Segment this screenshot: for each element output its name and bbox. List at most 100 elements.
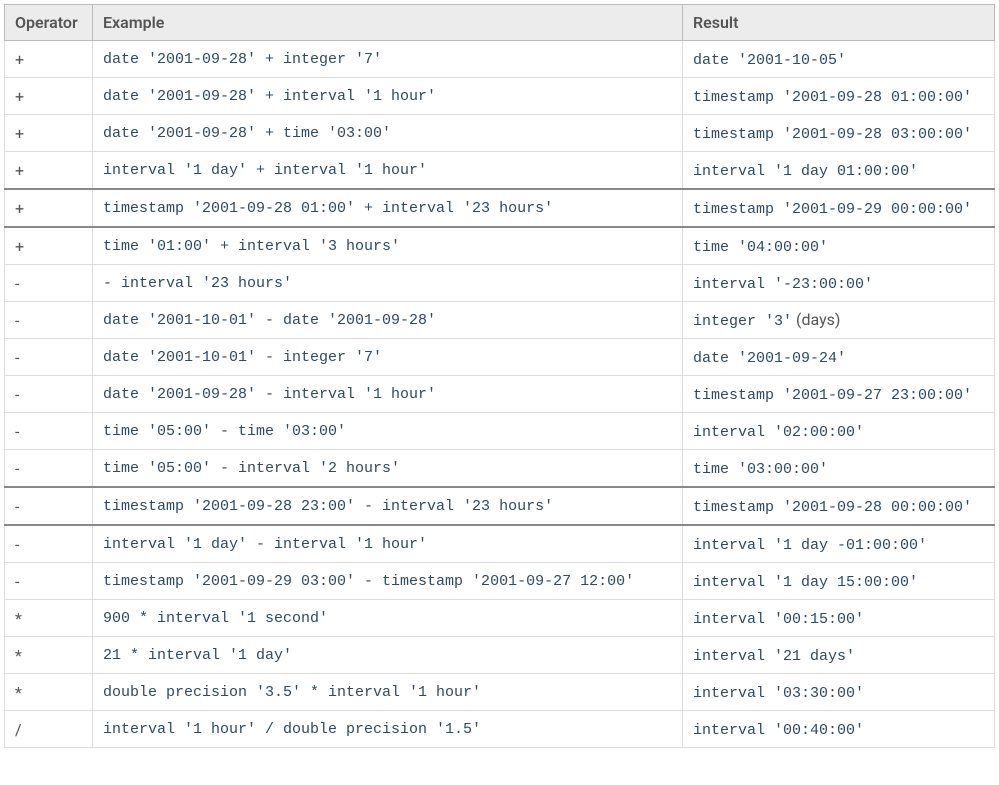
cell-example: timestamp '2001-09-29 03:00' - timestamp…: [93, 563, 683, 600]
cell-result: timestamp '2001-09-27 23:00:00': [683, 376, 995, 413]
date-time-operators-table: Operator Example Result +date '2001-09-2…: [4, 4, 995, 748]
table-row: -interval '1 day' - interval '1 hour' int…: [5, 525, 995, 563]
table-row: +time '01:00' + interval '3 hours' time '…: [5, 227, 995, 265]
cell-result: interval '1 day -01:00:00': [683, 525, 995, 563]
cell-result: interval '-23:00:00': [683, 265, 995, 302]
result-code: integer '3': [693, 313, 792, 330]
result-code: timestamp '2001-09-27 23:00:00': [693, 387, 972, 404]
cell-example: double precision '3.5' * interval '1 hou…: [93, 674, 683, 711]
cell-example: date '2001-10-01' - date '2001-09-28': [93, 302, 683, 339]
table-row: -date '2001-10-01' - integer '7' date '20…: [5, 339, 995, 376]
result-code: timestamp '2001-09-28 01:00:00': [693, 89, 972, 106]
result-code: interval '02:00:00': [693, 424, 864, 441]
cell-operator: +: [5, 189, 93, 227]
table-row: +timestamp '2001-09-28 01:00' + interval…: [5, 189, 995, 227]
table-row: *21 * interval '1 day' interval '21 days': [5, 637, 995, 674]
result-code: date '2001-10-05': [693, 52, 846, 69]
cell-operator: +: [5, 227, 93, 265]
result-code: interval '00:15:00': [693, 611, 864, 628]
cell-example: - interval '23 hours': [93, 265, 683, 302]
table-header-row: Operator Example Result: [5, 5, 995, 41]
cell-result: time '04:00:00': [683, 227, 995, 265]
cell-operator: -: [5, 563, 93, 600]
cell-result: interval '00:40:00': [683, 711, 995, 748]
result-code: interval '1 day 15:00:00': [693, 574, 918, 591]
cell-operator: -: [5, 302, 93, 339]
result-code: interval '-23:00:00': [693, 276, 873, 293]
cell-result: interval '03:30:00': [683, 674, 995, 711]
result-code: timestamp '2001-09-28 00:00:00': [693, 499, 972, 516]
cell-result: interval '02:00:00': [683, 413, 995, 450]
result-code: interval '03:30:00': [693, 685, 864, 702]
cell-result: interval '1 day 15:00:00': [683, 563, 995, 600]
result-code: timestamp '2001-09-29 00:00:00': [693, 201, 972, 218]
cell-example: date '2001-09-28' + interval '1 hour': [93, 78, 683, 115]
cell-example: time '01:00' + interval '3 hours': [93, 227, 683, 265]
cell-operator: -: [5, 525, 93, 563]
cell-operator: -: [5, 376, 93, 413]
table-row: +date '2001-09-28' + time '03:00' timesta…: [5, 115, 995, 152]
cell-operator: +: [5, 78, 93, 115]
cell-example: interval '1 day' + interval '1 hour': [93, 152, 683, 190]
cell-example: timestamp '2001-09-28 23:00' - interval …: [93, 487, 683, 525]
result-code: date '2001-09-24': [693, 350, 846, 367]
table-row: -date '2001-09-28' - interval '1 hour' ti…: [5, 376, 995, 413]
table-row: *double precision '3.5' * interval '1 ho…: [5, 674, 995, 711]
result-code: time '04:00:00': [693, 239, 828, 256]
cell-result: integer '3' (days): [683, 302, 995, 339]
cell-operator: *: [5, 674, 93, 711]
result-code: interval '00:40:00': [693, 722, 864, 739]
cell-result: date '2001-10-05': [683, 41, 995, 78]
cell-operator: *: [5, 637, 93, 674]
result-suffix: (days): [792, 310, 840, 329]
cell-operator: -: [5, 265, 93, 302]
result-code: timestamp '2001-09-28 03:00:00': [693, 126, 972, 143]
cell-result: timestamp '2001-09-28 03:00:00': [683, 115, 995, 152]
table-row: -timestamp '2001-09-29 03:00' - timestam…: [5, 563, 995, 600]
cell-example: 21 * interval '1 day': [93, 637, 683, 674]
result-code: interval '1 day 01:00:00': [693, 163, 918, 180]
result-code: time '03:00:00': [693, 461, 828, 478]
cell-operator: -: [5, 413, 93, 450]
table-row: -- interval '23 hours' interval '-23:00:0…: [5, 265, 995, 302]
header-operator: Operator: [5, 5, 93, 41]
table-row: -timestamp '2001-09-28 23:00' - interval…: [5, 487, 995, 525]
table-row: -time '05:00' - time '03:00' interval '02…: [5, 413, 995, 450]
cell-example: interval '1 day' - interval '1 hour': [93, 525, 683, 563]
cell-result: timestamp '2001-09-28 01:00:00': [683, 78, 995, 115]
cell-example: date '2001-09-28' + integer '7': [93, 41, 683, 78]
cell-example: interval '1 hour' / double precision '1.…: [93, 711, 683, 748]
cell-operator: -: [5, 339, 93, 376]
cell-result: interval '00:15:00': [683, 600, 995, 637]
table-row: -time '05:00' - interval '2 hours' time '…: [5, 450, 995, 488]
cell-example: date '2001-09-28' + time '03:00': [93, 115, 683, 152]
cell-operator: +: [5, 152, 93, 190]
cell-operator: -: [5, 487, 93, 525]
cell-example: time '05:00' - interval '2 hours': [93, 450, 683, 488]
cell-result: timestamp '2001-09-28 00:00:00': [683, 487, 995, 525]
cell-operator: *: [5, 600, 93, 637]
cell-result: time '03:00:00': [683, 450, 995, 488]
cell-example: 900 * interval '1 second': [93, 600, 683, 637]
table-row: *900 * interval '1 second' interval '00:1…: [5, 600, 995, 637]
table-row: /interval '1 hour' / double precision '1…: [5, 711, 995, 748]
cell-operator: +: [5, 41, 93, 78]
table-row: +interval '1 day' + interval '1 hour' int…: [5, 152, 995, 190]
cell-result: interval '21 days': [683, 637, 995, 674]
cell-result: timestamp '2001-09-29 00:00:00': [683, 189, 995, 227]
table-row: +date '2001-09-28' + integer '7' date '20…: [5, 41, 995, 78]
header-example: Example: [93, 5, 683, 41]
result-code: interval '1 day -01:00:00': [693, 537, 927, 554]
table-row: +date '2001-09-28' + interval '1 hour' ti…: [5, 78, 995, 115]
result-code: interval '21 days': [693, 648, 855, 665]
cell-example: timestamp '2001-09-28 01:00' + interval …: [93, 189, 683, 227]
cell-operator: -: [5, 450, 93, 488]
header-result: Result: [683, 5, 995, 41]
cell-operator: /: [5, 711, 93, 748]
cell-result: date '2001-09-24': [683, 339, 995, 376]
cell-example: date '2001-10-01' - integer '7': [93, 339, 683, 376]
cell-example: date '2001-09-28' - interval '1 hour': [93, 376, 683, 413]
table-row: -date '2001-10-01' - date '2001-09-28'in…: [5, 302, 995, 339]
cell-example: time '05:00' - time '03:00': [93, 413, 683, 450]
cell-operator: +: [5, 115, 93, 152]
